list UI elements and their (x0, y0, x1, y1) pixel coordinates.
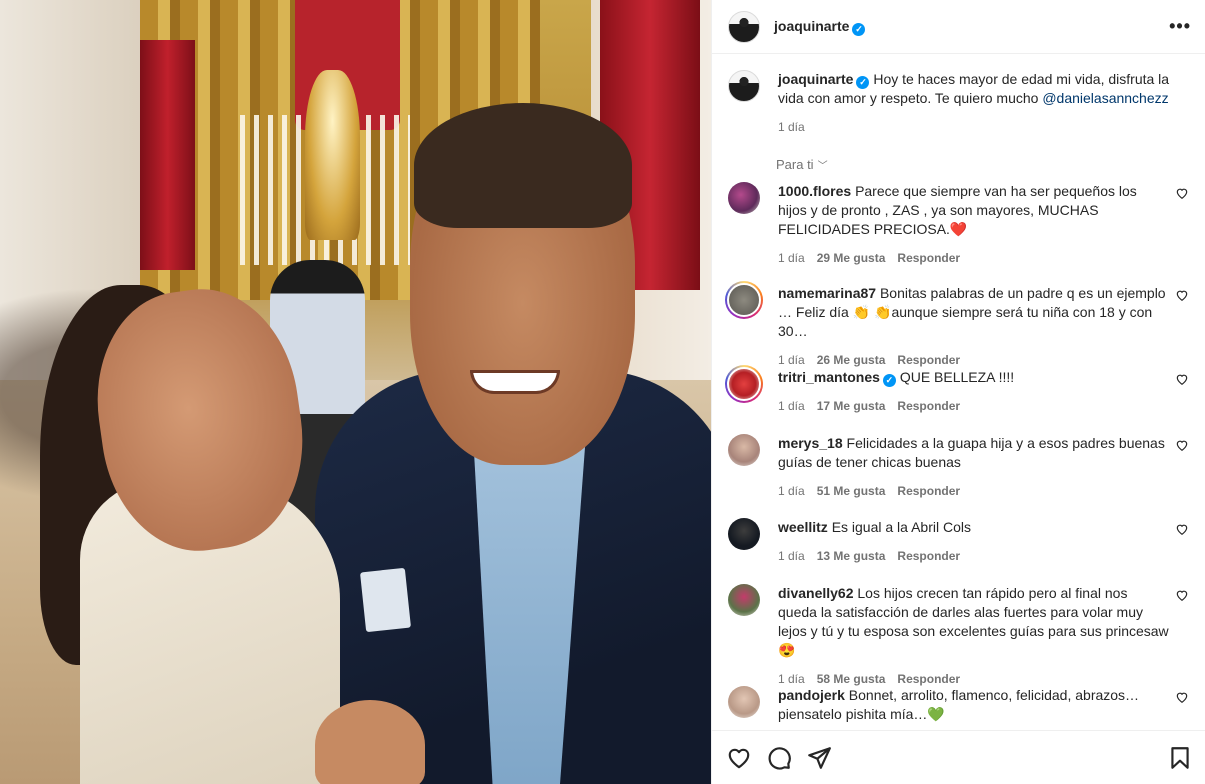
heart-outline-icon[interactable] (1175, 438, 1189, 452)
comment-time[interactable]: 1 día (778, 251, 805, 265)
post-header: joaquinarte ✓ ••• (712, 0, 1205, 54)
comment-username[interactable]: merys_18 (778, 435, 843, 451)
photo-virgin-statue (305, 70, 360, 240)
comment-meta: 1 día 29 Me gusta Responder (778, 249, 1169, 268)
header-username[interactable]: joaquinarte (774, 18, 849, 34)
comment-likes[interactable]: 58 Me gusta (817, 672, 886, 686)
avatar[interactable] (728, 182, 760, 214)
comment-item: divanelly62 Los hijos crecen tan rápido … (728, 584, 1189, 689)
sort-dropdown[interactable]: Para ti ﹀ (776, 157, 1205, 172)
heart-outline-icon[interactable] (1175, 588, 1189, 602)
bookmark-icon[interactable] (1167, 745, 1193, 771)
comment-likes[interactable]: 51 Me gusta (817, 484, 886, 498)
more-horizontal-icon[interactable]: ••• (1169, 16, 1191, 37)
comment-username[interactable]: namemarina87 (778, 285, 876, 301)
reply-button[interactable]: Responder (897, 484, 960, 498)
avatar[interactable] (728, 518, 760, 550)
heart-outline-icon[interactable] (1175, 522, 1189, 536)
comment-text: Es igual a la Abril Cols (831, 519, 971, 535)
comment-time[interactable]: 1 día (778, 353, 805, 367)
comment-item: merys_18 Felicidades a la guapa hija y a… (728, 434, 1189, 501)
comment-item: namemarina87 Bonitas palabras de un padr… (725, 281, 1189, 370)
reply-button[interactable]: Responder (897, 399, 960, 413)
avatar[interactable] (728, 10, 760, 43)
comment-body: divanelly62 Los hijos crecen tan rápido … (778, 584, 1189, 689)
avatar[interactable] (728, 70, 760, 102)
photo-hand (315, 700, 425, 784)
reply-button[interactable]: Responder (897, 549, 960, 563)
avatar[interactable] (728, 434, 760, 466)
post-photo[interactable] (0, 0, 711, 784)
verified-badge-icon: ✓ (856, 76, 870, 89)
comments-list[interactable]: joaquinarte ✓ Hoy te haces mayor de edad … (712, 54, 1205, 730)
send-paper-plane-icon[interactable] (806, 745, 832, 771)
comment-likes[interactable]: 17 Me gusta (817, 399, 886, 413)
comment-time[interactable]: 1 día (778, 484, 805, 498)
avatar (727, 283, 761, 317)
comment-body: tritri_mantones ✓ QUE BELLEZA !!!! 1 día 1… (778, 368, 1189, 416)
comment-time[interactable]: 1 día (778, 399, 805, 413)
comment-item: weellitz Es igual a la Abril Cols 1 día 1… (728, 518, 1189, 566)
action-bar (712, 730, 1205, 784)
avatar[interactable] (728, 584, 760, 616)
comment-time[interactable]: 1 día (778, 672, 805, 686)
comment-likes[interactable]: 26 Me gusta (817, 353, 886, 367)
sort-label: Para ti (776, 157, 814, 172)
heart-outline-icon[interactable] (1175, 288, 1189, 302)
photo-man-smile (470, 370, 560, 394)
heart-outline-icon[interactable] (726, 745, 752, 771)
verified-badge-icon: ✓ (852, 22, 866, 36)
photo-curtain-left (140, 40, 195, 270)
comment-meta: 1 día 51 Me gusta Responder (778, 482, 1169, 501)
comment-body: merys_18 Felicidades a la guapa hija y a… (778, 434, 1189, 501)
comment-username[interactable]: weellitz (778, 519, 828, 535)
post-sidebar: joaquinarte ✓ ••• joaquinarte ✓ Hoy te hac… (711, 0, 1205, 784)
caption-meta: 1 día (778, 118, 1189, 137)
comment-bubble-icon[interactable] (766, 745, 792, 771)
comment-item: tritri_mantones ✓ QUE BELLEZA !!!! 1 día 1… (725, 365, 1189, 416)
comment-username[interactable]: divanelly62 (778, 585, 854, 601)
comment-item: pandojerk Bonnet, arrolito, flamenco, fe… (728, 686, 1189, 724)
comment-body: weellitz Es igual a la Abril Cols 1 día 1… (778, 518, 1189, 566)
reply-button[interactable]: Responder (897, 353, 960, 367)
comment-meta: 1 día 17 Me gusta Responder (778, 397, 1169, 416)
avatar (727, 367, 761, 401)
photo-man-hair (414, 103, 632, 228)
caption-mention-link[interactable]: @danielasannchezz (1042, 90, 1168, 106)
chevron-down-icon: ﹀ (817, 161, 828, 172)
comment-text: QUE BELLEZA !!!! (899, 369, 1015, 385)
story-ring[interactable] (725, 281, 763, 319)
story-ring[interactable] (725, 365, 763, 403)
heart-outline-icon[interactable] (1175, 690, 1189, 704)
comment-body: 1000.flores Parece que siempre van ha se… (778, 182, 1189, 268)
comment-meta: 1 día 13 Me gusta Responder (778, 547, 1169, 566)
avatar[interactable] (728, 686, 760, 718)
comment-time[interactable]: 1 día (778, 549, 805, 563)
comment-likes[interactable]: 29 Me gusta (817, 251, 886, 265)
caption: joaquinarte ✓ Hoy te haces mayor de edad … (712, 54, 1205, 137)
comment-likes[interactable]: 13 Me gusta (817, 549, 886, 563)
verified-badge-icon: ✓ (882, 374, 896, 387)
comment-item: 1000.flores Parece que siempre van ha se… (728, 182, 1189, 268)
heart-outline-icon[interactable] (1175, 186, 1189, 200)
comment-username[interactable]: pandojerk (778, 687, 845, 703)
comment-body: pandojerk Bonnet, arrolito, flamenco, fe… (778, 686, 1189, 724)
header-user: joaquinarte ✓ (774, 18, 1169, 36)
caption-body: joaquinarte ✓ Hoy te haces mayor de edad … (778, 70, 1189, 137)
comment-username[interactable]: tritri_mantones (778, 369, 880, 385)
reply-button[interactable]: Responder (897, 251, 960, 265)
caption-time[interactable]: 1 día (778, 120, 805, 134)
reply-button[interactable]: Responder (897, 672, 960, 686)
comment-body: namemarina87 Bonitas palabras de un padr… (778, 284, 1189, 370)
heart-outline-icon[interactable] (1175, 372, 1189, 386)
photo-pocket-square (359, 567, 412, 633)
caption-username[interactable]: joaquinarte (778, 71, 853, 87)
comment-username[interactable]: 1000.flores (778, 183, 851, 199)
